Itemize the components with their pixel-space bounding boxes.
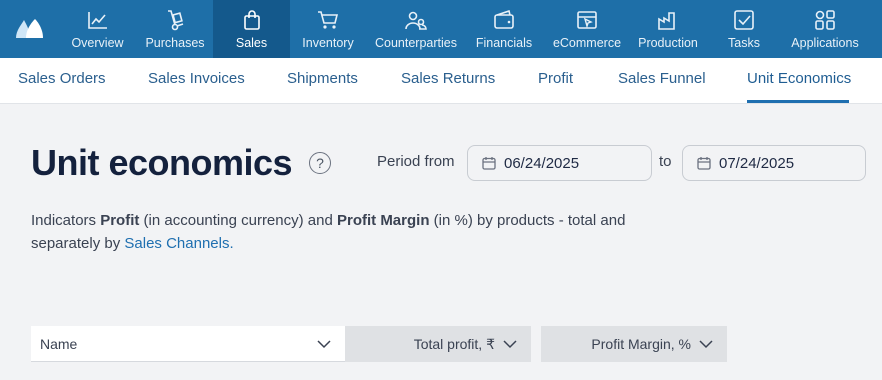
hand-truck-icon: [168, 10, 184, 31]
date-to-field[interactable]: 07/24/2025: [682, 145, 866, 181]
period-from-label: Period from: [377, 153, 455, 170]
active-tab-indicator: [747, 100, 849, 103]
nav-applications[interactable]: Applications: [784, 0, 866, 58]
nav-financials[interactable]: Financials: [466, 0, 542, 58]
date-to-value: 07/24/2025: [719, 154, 795, 172]
nav-counterparties[interactable]: Counterparties: [366, 0, 466, 58]
column-header-profit-margin[interactable]: Profit Margin, %: [541, 326, 727, 362]
nav-purchases-label: Purchases: [145, 36, 205, 50]
nav-production[interactable]: Production: [632, 0, 704, 58]
column-header-name[interactable]: Name: [31, 326, 345, 362]
storefront-icon: [577, 11, 597, 29]
help-icon[interactable]: ?: [309, 152, 331, 174]
nav-inventory[interactable]: Inventory: [290, 0, 366, 58]
users-icon: [405, 11, 427, 30]
tab-unit-economics[interactable]: Unit Economics: [747, 70, 851, 87]
nav-production-label: Production: [638, 36, 698, 50]
nav-applications-label: Applications: [791, 36, 859, 50]
app-logo-icon[interactable]: [0, 0, 58, 58]
tab-sales-returns[interactable]: Sales Returns: [401, 70, 495, 87]
sales-subnav: Sales Orders Sales Invoices Shipments Sa…: [0, 58, 882, 104]
chevron-down-icon: [317, 339, 331, 348]
tab-profit[interactable]: Profit: [538, 70, 573, 87]
nav-sales-label: Sales: [235, 36, 268, 50]
nav-purchases[interactable]: Purchases: [137, 0, 213, 58]
nav-inventory-label: Inventory: [302, 36, 354, 50]
nav-sales[interactable]: Sales: [213, 0, 290, 58]
cart-icon: [318, 11, 339, 29]
factory-icon: [658, 12, 675, 30]
tab-sales-funnel[interactable]: Sales Funnel: [618, 70, 706, 87]
nav-ecommerce[interactable]: eCommerce: [542, 0, 632, 58]
tab-shipments[interactable]: Shipments: [287, 70, 358, 87]
tab-sales-invoices[interactable]: Sales Invoices: [148, 70, 245, 87]
wallet-icon: [494, 9, 514, 29]
calendar-icon: [482, 157, 496, 170]
nav-counterparties-label: Counterparties: [375, 36, 457, 50]
date-from-field[interactable]: 06/24/2025: [467, 145, 652, 181]
chevron-down-icon: [699, 340, 713, 349]
shopping-bag-icon: [243, 10, 260, 30]
chart-line-icon: [87, 12, 107, 29]
tab-sales-orders[interactable]: Sales Orders: [18, 70, 106, 87]
apps-grid-icon: [815, 10, 835, 30]
chevron-down-icon: [503, 340, 517, 349]
column-header-total-profit[interactable]: Total profit, ₹: [345, 326, 531, 362]
sales-channels-link[interactable]: Sales Channels.: [124, 235, 233, 252]
nav-overview[interactable]: Overview: [58, 0, 137, 58]
nav-overview-label: Overview: [71, 36, 124, 50]
page-title: Unit economics: [31, 142, 293, 183]
checkbox-icon: [734, 10, 754, 30]
calendar-icon: [697, 157, 711, 170]
nav-tasks[interactable]: Tasks: [704, 0, 784, 58]
nav-financials-label: Financials: [475, 36, 533, 50]
top-navigation-bar: Overview Purchases Sales Inventory Count…: [0, 0, 882, 58]
date-from-value: 06/24/2025: [504, 154, 580, 172]
nav-ecommerce-label: eCommerce: [552, 36, 622, 50]
nav-tasks-label: Tasks: [728, 36, 760, 50]
period-to-label: to: [659, 153, 672, 170]
page-description: Indicators Profit (in accounting currenc…: [31, 212, 626, 252]
